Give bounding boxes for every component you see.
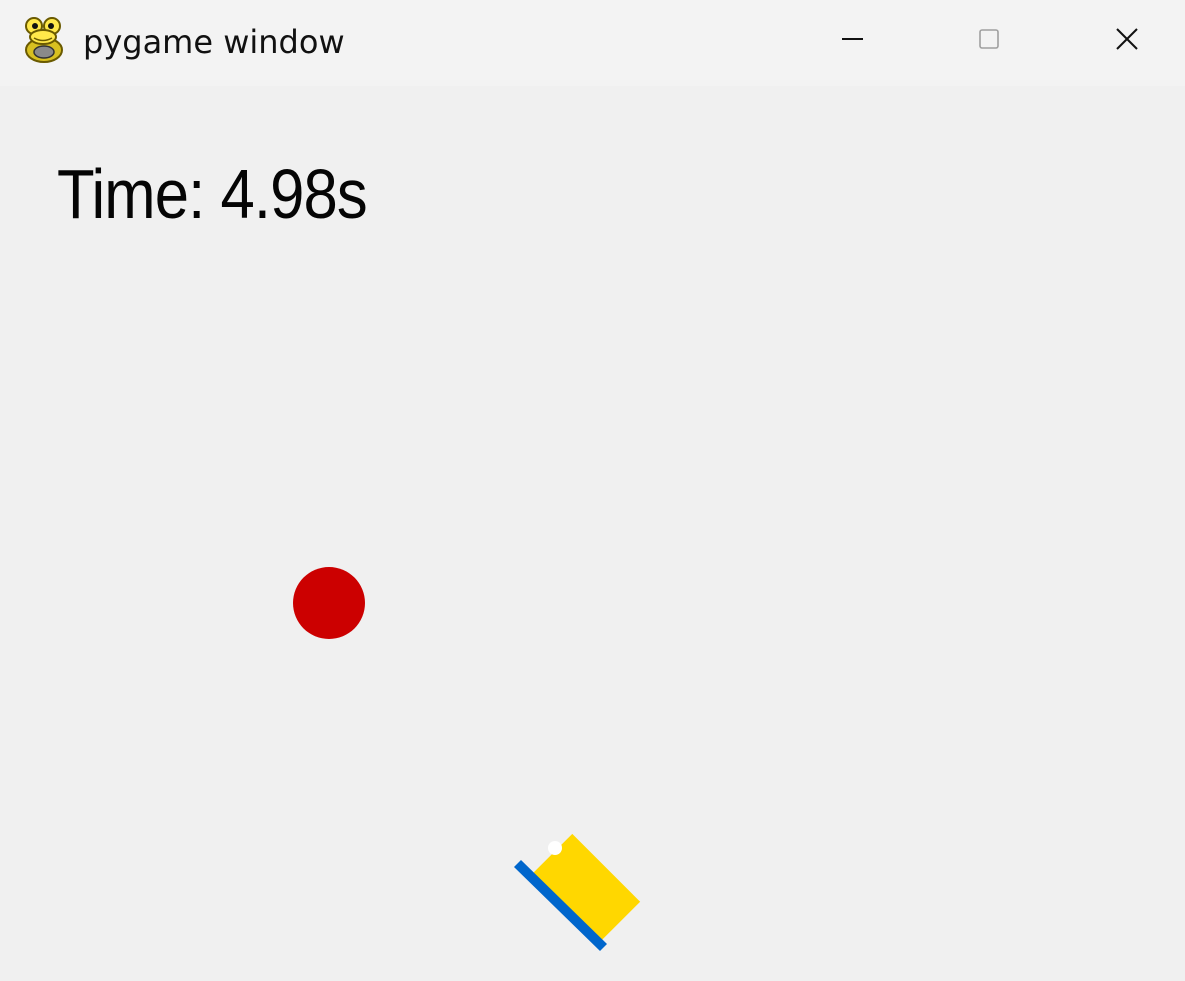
- close-button[interactable]: [1057, 0, 1185, 80]
- yellow-blue-player: [514, 833, 641, 951]
- title-bar[interactable]: pygame window: [0, 0, 1185, 86]
- game-canvas[interactable]: Time: 4.98s: [0, 86, 1185, 981]
- red-ball: [293, 567, 365, 639]
- window-title: pygame window: [83, 23, 345, 61]
- pygame-snake-icon: [20, 14, 68, 66]
- maximize-icon: [979, 29, 999, 49]
- minimize-icon: [842, 38, 863, 40]
- pygame-window: pygame window Time: 4.98s: [0, 0, 1185, 981]
- close-icon: [1116, 28, 1138, 50]
- timer-label: Time: 4.98s: [57, 155, 368, 233]
- maximize-button[interactable]: [920, 0, 1058, 80]
- minimize-button[interactable]: [783, 0, 921, 80]
